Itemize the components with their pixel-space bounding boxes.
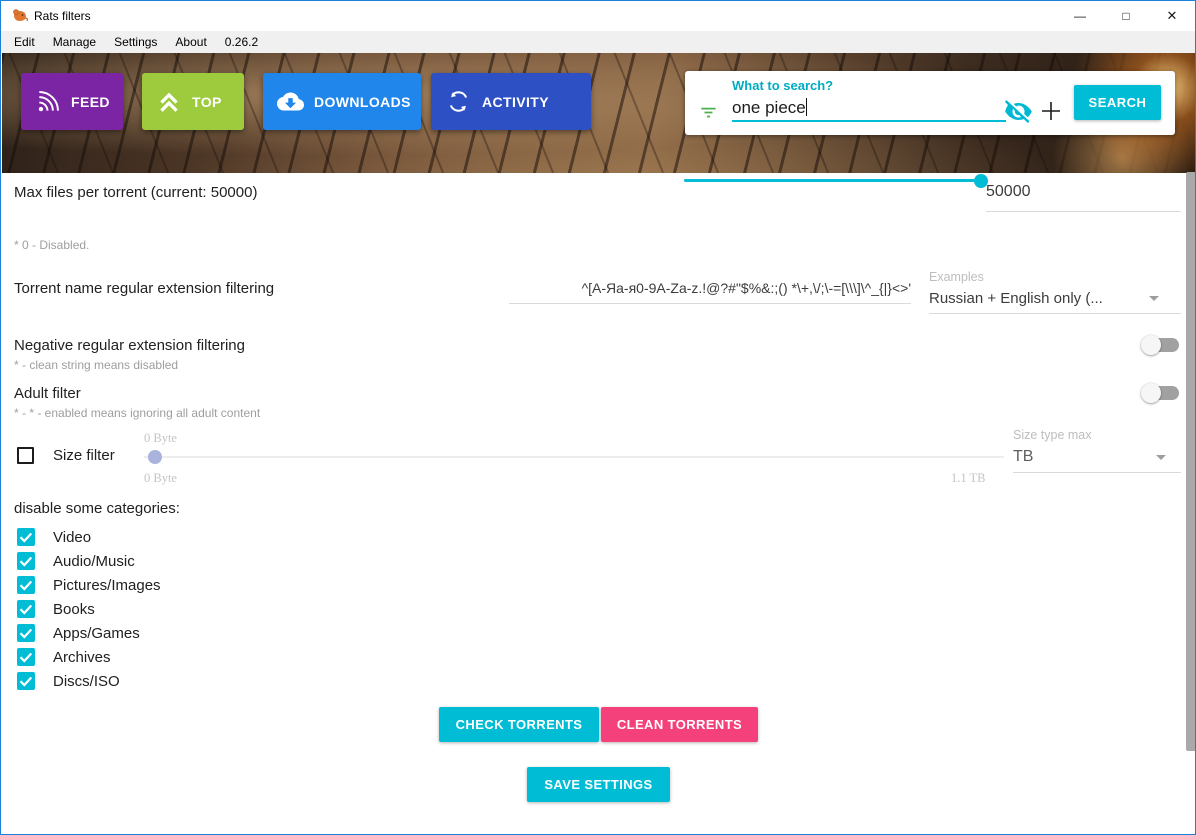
size-slider-track [144,456,1004,458]
top-label: TOP [192,94,222,110]
activity-icon [445,88,472,115]
size-type-underline [1013,472,1181,473]
check-icon [17,648,35,666]
window-controls: — □ ✕ [1057,1,1195,31]
check-icon [17,576,35,594]
safe-search-eye-off-icon[interactable] [1004,97,1033,126]
menu-version[interactable]: 0.26.2 [216,31,267,53]
category-checkbox-archives[interactable] [17,648,35,666]
menubar: Edit Manage Settings About 0.26.2 [1,31,1195,53]
examples-select-underline [929,313,1181,314]
category-checkbox-pictures[interactable] [17,576,35,594]
check-icon [17,552,35,570]
category-label-pictures: Pictures/Images [53,577,161,594]
category-checkbox-video[interactable] [17,528,35,546]
size-slider-top-value: 0 Byte [144,431,177,446]
menu-manage[interactable]: Manage [44,31,105,53]
size-filter-checkbox[interactable] [17,447,34,464]
search-input-label: What to search? [732,78,833,93]
window-title: Rats filters [34,1,91,31]
category-label-books: Books [53,601,95,618]
clean-torrents-button[interactable]: CLEAN TORRENTS [601,707,758,742]
category-checkbox-audio[interactable] [17,552,35,570]
header-banner: FEED TOP DOWNLOADS ACTIVITY [2,53,1196,173]
search-panel: What to search? one piece SEARCH [685,71,1175,135]
search-button[interactable]: SEARCH [1074,85,1161,120]
max-files-input[interactable]: 50000 [986,183,1181,201]
regex-filter-input[interactable]: ^[А-Яа-я0-9A-Za-z.!@?#"$%&:;() *\+,\/;\-… [451,280,911,296]
size-slider-thumb[interactable] [148,450,162,464]
activity-label: ACTIVITY [482,94,549,110]
adult-filter-toggle-knob[interactable] [1141,383,1161,403]
regex-filter-label: Torrent name regular extension filtering [14,280,274,297]
close-button[interactable]: ✕ [1149,1,1195,31]
adult-filter-toggle[interactable] [1143,386,1179,400]
size-type-select[interactable]: TB [1013,448,1033,466]
category-label-apps: Apps/Games [53,625,140,642]
vertical-scrollbar-thumb[interactable] [1186,172,1196,751]
max-files-note: * 0 - Disabled. [14,238,89,252]
max-files-label: Max files per torrent (current: 50000) [14,184,257,201]
adult-filter-label: Adult filter [14,385,81,402]
titlebar: Rats filters — □ ✕ [1,1,1195,31]
filter-icon [699,103,718,122]
adult-filter-note: * - * - enabled means ignoring all adult… [14,406,260,420]
search-input-value: one piece [732,98,806,117]
save-settings-button[interactable]: SAVE SETTINGS [527,767,670,802]
size-slider-bottom-value: 0 Byte [144,471,177,486]
search-input-underline [732,120,1006,122]
category-label-discs: Discs/ISO [53,673,120,690]
size-type-chevron-down-icon[interactable] [1156,455,1166,460]
categories-title: disable some categories: [14,500,180,517]
examples-select[interactable]: Russian + English only (... [929,290,1103,307]
regex-input-underline [509,303,911,304]
size-filter-label: Size filter [53,447,115,464]
activity-button[interactable]: ACTIVITY [431,73,591,130]
category-label-video: Video [53,529,91,546]
category-checkbox-books[interactable] [17,600,35,618]
category-label-audio: Audio/Music [53,553,135,570]
app-rat-icon [11,7,29,25]
negative-filter-toggle-knob[interactable] [1141,335,1161,355]
minimize-button[interactable]: — [1057,1,1103,31]
negative-filter-label: Negative regular extension filtering [14,337,245,354]
feed-button[interactable]: FEED [21,73,123,130]
check-icon [17,624,35,642]
check-icon [17,672,35,690]
size-filter-slider[interactable] [144,451,1004,463]
search-input[interactable]: one piece [732,98,807,118]
app-window: Rats filters — □ ✕ Edit Manage Settings … [0,0,1196,835]
category-checkbox-discs[interactable] [17,672,35,690]
text-caret [806,98,807,116]
feed-label: FEED [71,94,110,110]
downloads-label: DOWNLOADS [314,94,411,110]
negative-filter-toggle[interactable] [1143,338,1179,352]
add-tab-plus-icon[interactable] [1039,99,1063,123]
size-slider-max-value: 1.1 TB [951,471,986,486]
size-type-label: Size type max [1013,428,1092,442]
category-checkbox-apps[interactable] [17,624,35,642]
check-icon [17,600,35,618]
downloads-icon [277,88,304,115]
downloads-button[interactable]: DOWNLOADS [263,73,421,130]
top-icon [156,89,182,115]
menu-about[interactable]: About [166,31,215,53]
check-icon [17,528,35,546]
max-files-input-underline [986,211,1181,212]
examples-label: Examples [929,270,984,284]
category-label-archives: Archives [53,649,111,666]
top-button[interactable]: TOP [142,73,244,130]
menu-edit[interactable]: Edit [5,31,44,53]
max-files-slider-track [684,179,985,182]
maximize-button[interactable]: □ [1103,1,1149,31]
menu-settings[interactable]: Settings [105,31,166,53]
examples-chevron-down-icon[interactable] [1149,296,1159,301]
check-torrents-button[interactable]: CHECK TORRENTS [439,707,599,742]
feed-icon [35,89,61,115]
negative-filter-note: * - clean string means disabled [14,358,178,372]
max-files-slider[interactable] [684,177,985,185]
